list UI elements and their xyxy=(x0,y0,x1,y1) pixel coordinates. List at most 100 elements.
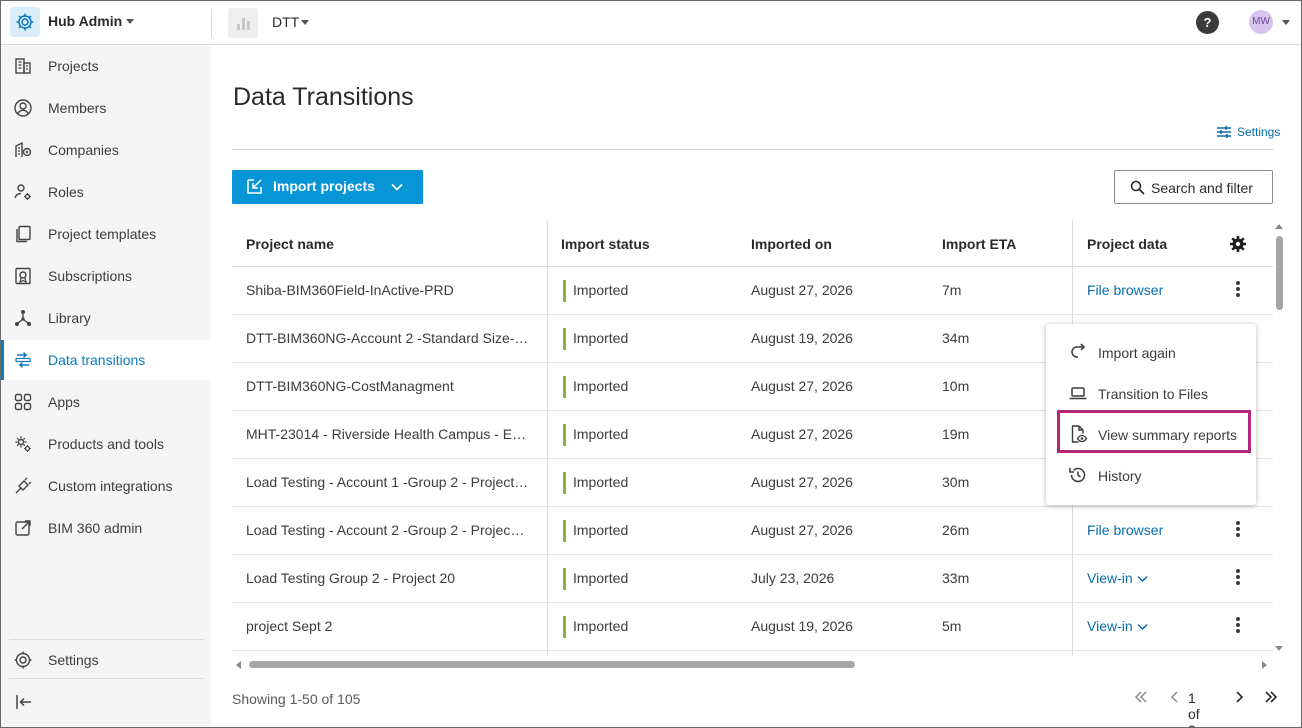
page-title: Data Transitions xyxy=(233,83,414,111)
chevron-down-icon[interactable] xyxy=(1282,20,1290,25)
user-gear-icon xyxy=(14,184,31,200)
menu-item-transition-to-files[interactable]: Transition to Files xyxy=(1046,374,1256,412)
more-actions-icon[interactable] xyxy=(1235,617,1241,637)
products-gear-icon xyxy=(15,436,31,452)
project-name-cell: Load Testing Group 2 - Project 20 xyxy=(246,570,456,586)
sidebar-item-projects[interactable]: Projects xyxy=(1,46,211,86)
import-projects-button[interactable]: Import projects xyxy=(232,170,423,204)
sidebar-item-label: Settings xyxy=(48,652,99,668)
sidebar-item-label: Products and tools xyxy=(48,436,164,452)
project-selector[interactable]: DTT xyxy=(272,14,299,30)
view-in-dropdown[interactable]: View-in xyxy=(1087,570,1148,586)
menu-item-history[interactable]: History xyxy=(1046,456,1256,494)
scrollbar-thumb[interactable] xyxy=(249,661,855,668)
last-page-icon[interactable] xyxy=(1263,689,1279,705)
import-status-cell: Imported xyxy=(563,472,628,494)
scroll-left-icon[interactable] xyxy=(236,661,241,669)
chevron-down-icon[interactable] xyxy=(126,19,134,24)
collapse-sidebar-icon[interactable] xyxy=(13,691,35,713)
scroll-right-icon[interactable] xyxy=(1262,661,1267,669)
import-eta-cell: 19m xyxy=(942,426,970,442)
sidebar-item-label: Roles xyxy=(48,184,84,200)
column-header-imported-on[interactable]: Imported on xyxy=(751,220,832,266)
sidebar-item-apps[interactable]: Apps xyxy=(1,382,211,422)
previous-page-icon[interactable] xyxy=(1168,689,1182,705)
search-icon xyxy=(1130,180,1145,195)
import-projects-label: Import projects xyxy=(273,178,375,194)
project-name-cell: Load Testing - Account 2 -Group 2 - Proj… xyxy=(246,522,525,538)
more-actions-icon[interactable] xyxy=(1235,521,1241,541)
library-icon xyxy=(15,310,31,326)
more-actions-icon[interactable] xyxy=(1235,281,1241,301)
table-row[interactable]: Load Testing - Account 2 -Group 2 - Proj… xyxy=(232,507,1273,555)
sidebar-item-library[interactable]: Library xyxy=(1,298,211,338)
sidebar-item-products-and-tools[interactable]: Products and tools xyxy=(1,424,211,464)
file-browser-link[interactable]: File browser xyxy=(1087,522,1163,538)
sidebar-item-label: Data transitions xyxy=(48,352,146,368)
app-window: Hub Admin DTT ? MW Projects Members Comp… xyxy=(0,0,1302,728)
scroll-up-icon[interactable] xyxy=(1275,224,1283,229)
sidebar-item-custom-integrations[interactable]: Custom integrations xyxy=(1,466,211,506)
sidebar-item-roles[interactable]: Roles xyxy=(1,172,211,212)
apps-grid-icon xyxy=(14,393,32,411)
hub-title[interactable]: Hub Admin xyxy=(48,13,122,29)
first-page-icon[interactable] xyxy=(1133,689,1149,705)
column-header-project-name[interactable]: Project name xyxy=(246,220,334,266)
hub-gear-icon[interactable] xyxy=(10,7,40,37)
search-and-filter-button[interactable]: Search and filter xyxy=(1114,170,1273,204)
settings-link-label: Settings xyxy=(1237,125,1281,139)
chevron-down-icon[interactable] xyxy=(390,180,404,194)
results-count: Showing 1-50 of 105 xyxy=(232,691,361,707)
sliders-icon xyxy=(1217,126,1231,138)
sidebar-item-settings[interactable]: Settings xyxy=(1,640,211,680)
project-name-cell: DTT-BIM360NG-CostManagment xyxy=(246,378,454,394)
settings-link[interactable]: Settings xyxy=(1217,125,1280,139)
column-header-import-status[interactable]: Import status xyxy=(561,220,650,266)
project-name-cell: Shiba-BIM360Field-InActive-PRD xyxy=(246,282,454,298)
menu-item-label: Transition to Files xyxy=(1098,386,1208,402)
horizontal-scrollbar[interactable] xyxy=(232,658,1273,672)
avatar[interactable]: MW xyxy=(1249,10,1273,34)
highlight-annotation xyxy=(1057,410,1251,453)
sidebar-item-label: Companies xyxy=(48,142,119,158)
sidebar-item-label: Custom integrations xyxy=(48,478,173,494)
menu-item-import-again[interactable]: Import again xyxy=(1046,333,1256,371)
sidebar-item-label: BIM 360 admin xyxy=(48,520,143,536)
sidebar-item-subscriptions[interactable]: Subscriptions xyxy=(1,256,211,296)
building-icon xyxy=(15,58,31,74)
view-in-dropdown[interactable]: View-in xyxy=(1087,618,1148,634)
sidebar-item-bim-360-admin[interactable]: BIM 360 admin xyxy=(1,508,211,548)
data-transition-icon xyxy=(15,352,31,368)
view-in-label: View-in xyxy=(1087,570,1133,586)
company-icon xyxy=(15,141,32,157)
divider xyxy=(211,9,212,37)
project-name-cell: project Sept 2 xyxy=(246,618,333,634)
chevron-down-icon[interactable] xyxy=(301,20,309,25)
table-row[interactable]: Shiba-BIM360Field-InActive-PRD Imported … xyxy=(232,267,1273,315)
column-header-import-eta[interactable]: Import ETA xyxy=(942,220,1016,266)
project-thumbnail-icon xyxy=(228,8,258,38)
sidebar-item-companies[interactable]: Companies xyxy=(1,130,211,170)
imported-on-cell: August 19, 2026 xyxy=(751,618,853,634)
table-row[interactable]: project Sept 2 Imported August 19, 2026 … xyxy=(232,603,1273,651)
more-actions-icon[interactable] xyxy=(1235,569,1241,589)
project-name-cell: Load Testing - Account 1 -Group 2 - Proj… xyxy=(246,474,529,490)
scrollbar-thumb[interactable] xyxy=(1276,236,1283,310)
column-settings-gear-icon[interactable] xyxy=(1229,235,1247,253)
vertical-scrollbar[interactable] xyxy=(1273,220,1287,656)
sidebar-item-label: Members xyxy=(48,100,107,116)
scroll-down-icon[interactable] xyxy=(1275,646,1283,651)
file-browser-link[interactable]: File browser xyxy=(1087,282,1163,298)
project-name-cell: DTT-BIM360NG-Account 2 -Standard Size-… xyxy=(246,330,529,346)
sidebar-item-label: Projects xyxy=(48,58,99,74)
column-header-project-data[interactable]: Project data xyxy=(1087,220,1167,266)
redo-arrow-icon xyxy=(1071,343,1086,358)
import-status-cell: Imported xyxy=(563,328,628,350)
table-row[interactable]: Load Testing Group 2 - Project 20 Import… xyxy=(232,555,1273,603)
page-indicator: 1 of 3 xyxy=(1188,690,1200,727)
sidebar-item-project-templates[interactable]: Project templates xyxy=(1,214,211,254)
sidebar-item-data-transitions[interactable]: Data transitions xyxy=(1,340,211,380)
next-page-icon[interactable] xyxy=(1232,689,1246,705)
sidebar-item-members[interactable]: Members xyxy=(1,88,211,128)
help-icon[interactable]: ? xyxy=(1196,11,1219,34)
